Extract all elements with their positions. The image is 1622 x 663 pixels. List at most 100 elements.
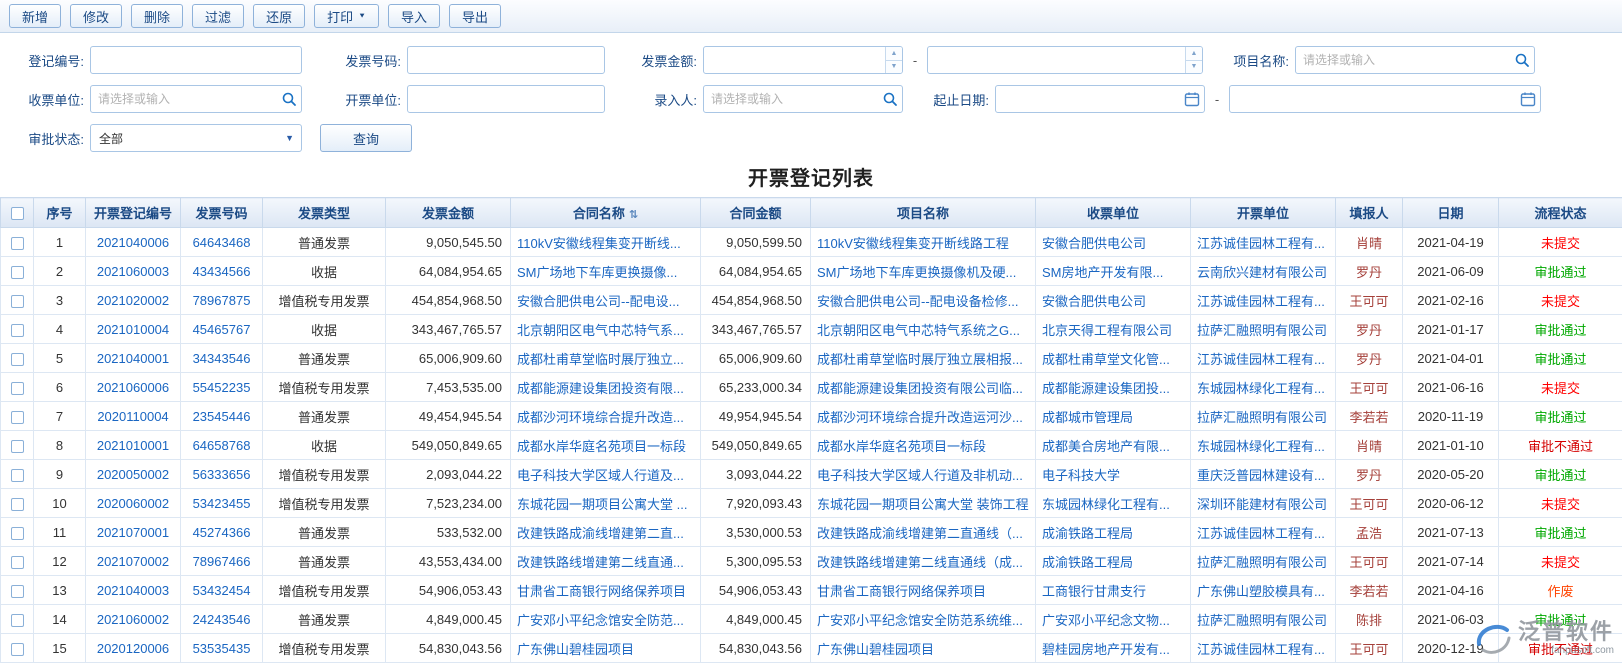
- cell-invoice-no[interactable]: 64643468: [180, 227, 263, 257]
- cell-invoicing-unit[interactable]: 东城园林绿化工程有...: [1190, 372, 1336, 402]
- row-checkbox[interactable]: [10, 381, 24, 395]
- cell-invoicing-unit[interactable]: 拉萨汇融照明有限公司: [1190, 604, 1336, 634]
- cell-contract-name[interactable]: 电子科技大学区域人行道及...: [510, 459, 701, 489]
- cell-project-name[interactable]: 东城花园一期项目公寓大堂 装饰工程: [810, 488, 1036, 518]
- row-checkbox[interactable]: [10, 323, 24, 337]
- approval-status-dropdown[interactable]: 全部 ▼: [90, 124, 302, 152]
- cell-project-name[interactable]: 改建铁路线增建第二线直通线（成...: [810, 546, 1036, 576]
- cell-contract-name[interactable]: 甘肃省工商银行网络保养项目: [510, 575, 701, 605]
- cell-receiving-unit[interactable]: 成渝铁路工程局: [1035, 546, 1191, 576]
- cell-contract-name[interactable]: 东城花园一期项目公寓大堂 ...: [510, 488, 701, 518]
- cell-receiving-unit[interactable]: 广安邓小平纪念文物...: [1035, 604, 1191, 634]
- cell-contract-name[interactable]: 成都能源建设集团投资有限...: [510, 372, 701, 402]
- row-checkbox[interactable]: [10, 613, 24, 627]
- cell-registration-no[interactable]: 2021010004: [85, 314, 181, 344]
- cell-registration-no[interactable]: 2021070001: [85, 517, 181, 547]
- cell-invoicing-unit[interactable]: 云南欣兴建材有限公司: [1190, 256, 1336, 286]
- row-checkbox[interactable]: [10, 236, 24, 250]
- row-checkbox[interactable]: [10, 265, 24, 279]
- cell-contract-name[interactable]: 成都水岸华庭名苑项目一标段: [510, 430, 701, 460]
- row-checkbox[interactable]: [10, 410, 24, 424]
- cell-contract-name[interactable]: SM广场地下车库更换摄像...: [510, 256, 701, 286]
- invoice-no-input[interactable]: [407, 46, 605, 74]
- row-checkbox[interactable]: [10, 526, 24, 540]
- select-all-checkbox[interactable]: [10, 207, 24, 221]
- calendar-icon[interactable]: [1184, 91, 1200, 107]
- print-button[interactable]: 打印 ▼: [314, 4, 380, 28]
- registration-no-input[interactable]: [90, 46, 302, 74]
- row-checkbox[interactable]: [10, 352, 24, 366]
- add-button[interactable]: 新增: [9, 4, 62, 28]
- cell-receiving-unit[interactable]: 东城园林绿化工程有...: [1035, 488, 1191, 518]
- cell-invoice-no[interactable]: 23545446: [180, 401, 263, 431]
- cell-receiving-unit[interactable]: SM房地产开发有限...: [1035, 256, 1191, 286]
- query-button[interactable]: 查询: [320, 124, 412, 152]
- cell-invoice-no[interactable]: 78967875: [180, 285, 263, 315]
- cell-invoicing-unit[interactable]: 东城园林绿化工程有...: [1190, 430, 1336, 460]
- cell-contract-name[interactable]: 成都沙河环境综合提升改造...: [510, 401, 701, 431]
- export-button[interactable]: 导出: [449, 4, 502, 28]
- cell-contract-name[interactable]: 北京朝阳区电气中芯特气系...: [510, 314, 701, 344]
- modify-button[interactable]: 修改: [70, 4, 123, 28]
- cell-registration-no[interactable]: 2021010001: [85, 430, 181, 460]
- search-icon[interactable]: [281, 91, 297, 107]
- cell-invoicing-unit[interactable]: 拉萨汇融照明有限公司: [1190, 401, 1336, 431]
- row-checkbox[interactable]: [10, 642, 24, 656]
- cell-invoicing-unit[interactable]: 重庆泛普园林建设有...: [1190, 459, 1336, 489]
- cell-contract-name[interactable]: 广安邓小平纪念馆安全防范...: [510, 604, 701, 634]
- cell-project-name[interactable]: 成都能源建设集团投资有限公司临...: [810, 372, 1036, 402]
- cell-registration-no[interactable]: 2021020002: [85, 285, 181, 315]
- cell-contract-name[interactable]: 改建铁路线增建第二线直通...: [510, 546, 701, 576]
- cell-registration-no[interactable]: 2020110004: [85, 401, 181, 431]
- row-checkbox[interactable]: [10, 294, 24, 308]
- cell-registration-no[interactable]: 2021040006: [85, 227, 181, 257]
- cell-invoice-no[interactable]: 43434566: [180, 256, 263, 286]
- cell-project-name[interactable]: 110kV安徽线程集变开断线路工程: [810, 227, 1036, 257]
- cell-project-name[interactable]: 安徽合肥供电公司--配电设备检修...: [810, 285, 1036, 315]
- cell-contract-name[interactable]: 改建铁路成渝线增建第二直...: [510, 517, 701, 547]
- cell-registration-no[interactable]: 2021060006: [85, 372, 181, 402]
- cell-contract-name[interactable]: 110kV安徽线程集变开断线...: [510, 227, 701, 257]
- spinner-up-icon[interactable]: ▲: [1186, 47, 1202, 60]
- cell-invoice-no[interactable]: 53423455: [180, 488, 263, 518]
- cell-project-name[interactable]: 成都杜甫草堂临时展厅独立展相报...: [810, 343, 1036, 373]
- cell-invoice-no[interactable]: 53432454: [180, 575, 263, 605]
- cell-project-name[interactable]: SM广场地下车库更换摄像机及硬...: [810, 256, 1036, 286]
- cell-contract-name[interactable]: 安徽合肥供电公司--配电设...: [510, 285, 701, 315]
- cell-project-name[interactable]: 电子科技大学区域人行道及非机动...: [810, 459, 1036, 489]
- spinner-up-icon[interactable]: ▲: [886, 47, 902, 60]
- col-header-contract-name[interactable]: 合同名称 ⇅: [510, 197, 701, 228]
- cell-registration-no[interactable]: 2020060002: [85, 488, 181, 518]
- cell-invoice-no[interactable]: 53535435: [180, 633, 263, 663]
- cell-invoicing-unit[interactable]: 深圳环能建材有限公司: [1190, 488, 1336, 518]
- invoice-amount-min-input[interactable]: [703, 46, 903, 74]
- import-button[interactable]: 导入: [388, 4, 441, 28]
- cell-invoice-no[interactable]: 55452235: [180, 372, 263, 402]
- cell-invoicing-unit[interactable]: 江苏诚佳园林工程有...: [1190, 285, 1336, 315]
- spinner-down-icon[interactable]: ▼: [886, 59, 902, 74]
- cell-receiving-unit[interactable]: 北京天得工程有限公司: [1035, 314, 1191, 344]
- start-date-input[interactable]: [995, 85, 1205, 113]
- row-checkbox[interactable]: [10, 497, 24, 511]
- end-date-input[interactable]: [1229, 85, 1541, 113]
- cell-receiving-unit[interactable]: 成渝铁路工程局: [1035, 517, 1191, 547]
- search-icon[interactable]: [882, 91, 898, 107]
- spinner-down-icon[interactable]: ▼: [1186, 59, 1202, 74]
- amount-max-spinner[interactable]: ▲ ▼: [1185, 47, 1202, 73]
- cell-registration-no[interactable]: 2020120006: [85, 633, 181, 663]
- cell-project-name[interactable]: 改建铁路成渝线增建第二直通线（...: [810, 517, 1036, 547]
- calendar-icon[interactable]: [1520, 91, 1536, 107]
- cell-invoicing-unit[interactable]: 江苏诚佳园林工程有...: [1190, 343, 1336, 373]
- row-checkbox[interactable]: [10, 555, 24, 569]
- cell-registration-no[interactable]: 2021070002: [85, 546, 181, 576]
- invoice-amount-max-input[interactable]: [927, 46, 1203, 74]
- cell-invoice-no[interactable]: 78967466: [180, 546, 263, 576]
- cell-invoice-no[interactable]: 64658768: [180, 430, 263, 460]
- cell-invoicing-unit[interactable]: 广东佛山塑胶模具有...: [1190, 575, 1336, 605]
- cell-receiving-unit[interactable]: 成都美合房地产有限...: [1035, 430, 1191, 460]
- cell-receiving-unit[interactable]: 成都能源建设集团投...: [1035, 372, 1191, 402]
- cell-registration-no[interactable]: 2021060002: [85, 604, 181, 634]
- cell-project-name[interactable]: 成都沙河环境综合提升改造运河沙...: [810, 401, 1036, 431]
- cell-receiving-unit[interactable]: 碧桂园房地产开发有...: [1035, 633, 1191, 663]
- cell-project-name[interactable]: 广东佛山碧桂园项目: [810, 633, 1036, 663]
